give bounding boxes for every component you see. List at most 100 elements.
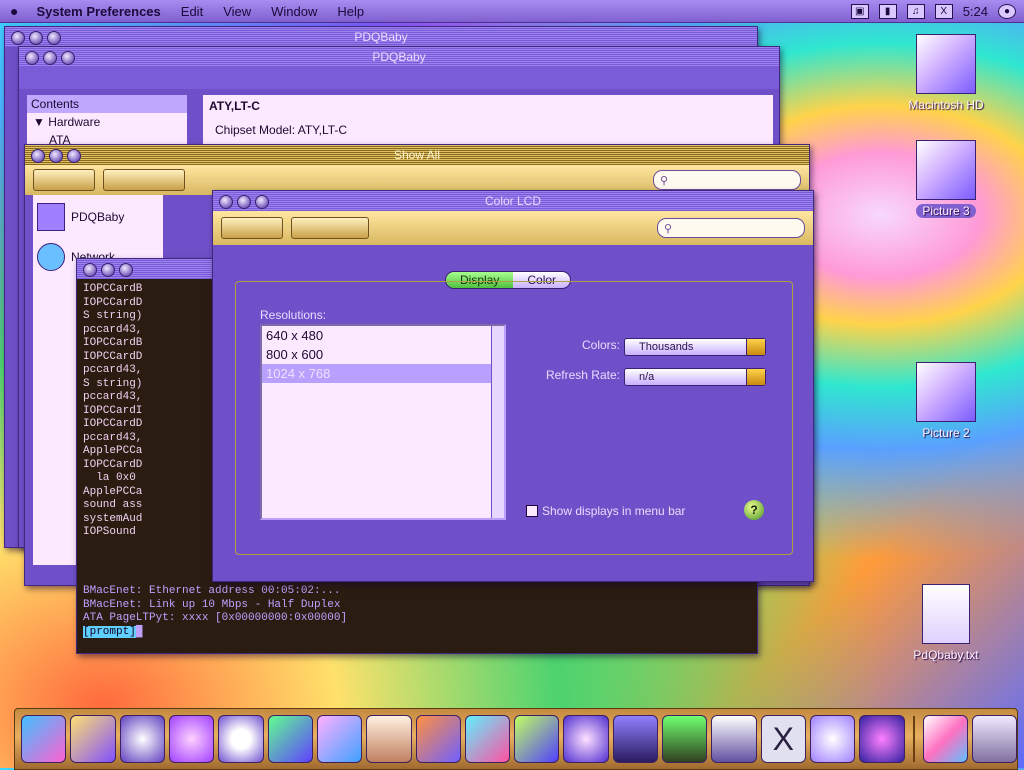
documents-icon[interactable] bbox=[922, 715, 968, 763]
zoom-icon[interactable] bbox=[255, 195, 269, 209]
resolutions-list[interactable]: 640 x 480 800 x 600 1024 x 768 bbox=[260, 324, 506, 520]
close-menu-icon[interactable]: X bbox=[934, 3, 953, 19]
display-preferences-window: Color LCD ⚲ Display Color Resolutions: 6… bbox=[212, 190, 814, 582]
x11-icon[interactable]: X bbox=[760, 715, 806, 763]
menu-extras: ▣ ▮ ♫ X 5:24 ● bbox=[850, 3, 1024, 19]
volume-menu-icon[interactable]: ♫ bbox=[906, 3, 925, 19]
close-icon[interactable] bbox=[219, 195, 233, 209]
zoom-icon[interactable] bbox=[119, 263, 133, 277]
minimize-icon[interactable] bbox=[29, 31, 43, 45]
iphoto-icon[interactable] bbox=[316, 715, 363, 763]
system-profiler-icon[interactable] bbox=[612, 715, 659, 763]
itunes-icon[interactable] bbox=[267, 715, 313, 763]
search-field[interactable]: ⚲ bbox=[657, 218, 805, 238]
dock: X bbox=[14, 708, 1018, 770]
titlebar[interactable]: PDQBaby bbox=[19, 47, 779, 67]
window-menu[interactable]: Window bbox=[261, 4, 327, 19]
show-in-menu-checkbox-row[interactable]: Show displays in menu bar bbox=[526, 504, 685, 518]
text-file-icon bbox=[922, 584, 970, 644]
display-menu-icon[interactable]: ▣ bbox=[850, 3, 869, 19]
imovie-icon[interactable] bbox=[514, 715, 560, 763]
textedit-icon[interactable] bbox=[464, 715, 511, 763]
show-all-button[interactable] bbox=[291, 217, 369, 239]
desktop-icon-picture3[interactable]: Picture 3 bbox=[896, 140, 996, 218]
terminal-bottom[interactable]: BMacEnet: Ethernet address 00:05:02:... B… bbox=[77, 581, 739, 653]
minimize-icon[interactable] bbox=[237, 195, 251, 209]
search-field[interactable]: ⚲ bbox=[653, 170, 801, 190]
trash-icon[interactable] bbox=[971, 715, 1018, 763]
show-all-button[interactable] bbox=[103, 169, 185, 191]
address-book-icon[interactable] bbox=[218, 715, 264, 763]
dock-separator bbox=[912, 716, 915, 762]
close-icon[interactable] bbox=[83, 263, 97, 277]
minimize-icon[interactable] bbox=[49, 149, 63, 163]
safari-icon[interactable] bbox=[168, 715, 215, 763]
zoom-icon[interactable] bbox=[61, 51, 75, 65]
window-title: PDQBaby bbox=[372, 50, 426, 64]
zoom-icon[interactable] bbox=[67, 149, 81, 163]
checkbox[interactable] bbox=[526, 505, 538, 517]
chipset-row: Chipset Model: ATY,LT-C bbox=[203, 117, 773, 143]
minimize-icon[interactable] bbox=[43, 51, 57, 65]
close-icon[interactable] bbox=[25, 51, 39, 65]
system-preferences-icon[interactable] bbox=[859, 715, 905, 763]
display-toolbar: ⚲ bbox=[213, 211, 813, 245]
image-file-icon bbox=[916, 140, 976, 200]
utility-icon[interactable] bbox=[711, 715, 757, 763]
desktop-icon-hd[interactable]: Macintosh HD bbox=[896, 34, 996, 112]
chipset-label: Chipset Model: bbox=[215, 123, 296, 137]
ical-icon[interactable] bbox=[366, 715, 412, 763]
hard-drive-icon bbox=[916, 34, 976, 94]
mail-icon[interactable] bbox=[70, 715, 116, 763]
sidebar-header[interactable]: Contents bbox=[27, 95, 187, 113]
desktop-icon-picture2[interactable]: Picture 2 bbox=[896, 362, 996, 440]
resolutions-label: Resolutions: bbox=[260, 308, 327, 322]
back-forward-button[interactable] bbox=[221, 217, 283, 239]
pref-item-pdqbaby[interactable]: PDQBaby bbox=[33, 195, 163, 239]
desktop-icon-label: PdQbaby.txt bbox=[913, 648, 979, 662]
refresh-rate-label: Refresh Rate: bbox=[545, 368, 620, 382]
desktop-icon-label: Picture 2 bbox=[922, 426, 970, 440]
desktop-icon-label: Picture 3 bbox=[916, 204, 976, 218]
battery-menu-icon[interactable]: ▮ bbox=[878, 3, 897, 19]
window-title: Show All bbox=[393, 148, 441, 162]
terminal-icon[interactable] bbox=[662, 715, 708, 763]
profiler-toolbar bbox=[19, 67, 779, 89]
back-forward-button[interactable] bbox=[33, 169, 95, 191]
preview-icon[interactable] bbox=[415, 715, 461, 763]
close-icon[interactable] bbox=[31, 149, 45, 163]
close-icon[interactable] bbox=[11, 31, 25, 45]
desktop-icon-txt[interactable]: PdQbaby.txt bbox=[896, 584, 996, 662]
window-title: Color LCD bbox=[484, 194, 541, 208]
refresh-rate-popup[interactable]: n/a bbox=[624, 368, 766, 386]
chipset-value: ATY,LT-C bbox=[297, 123, 348, 137]
colors-label: Colors: bbox=[581, 338, 620, 352]
apple-menu-icon[interactable]: ● bbox=[0, 3, 26, 19]
help-button[interactable]: ? bbox=[744, 500, 764, 520]
titlebar[interactable]: Color LCD bbox=[213, 191, 813, 211]
finder-icon[interactable] bbox=[21, 715, 67, 763]
zoom-icon[interactable] bbox=[47, 31, 61, 45]
edit-menu[interactable]: Edit bbox=[171, 4, 213, 19]
view-menu[interactable]: View bbox=[213, 4, 261, 19]
quicktime-icon[interactable] bbox=[563, 715, 609, 763]
image-file-icon bbox=[916, 362, 976, 422]
minimize-icon[interactable] bbox=[101, 263, 115, 277]
network-utility-icon[interactable] bbox=[810, 715, 856, 763]
list-item[interactable]: 1024 x 768 bbox=[262, 364, 504, 383]
spotlight-icon[interactable]: ● bbox=[998, 3, 1016, 19]
app-menu[interactable]: System Preferences bbox=[26, 4, 170, 19]
colors-popup[interactable]: Thousands bbox=[624, 338, 766, 356]
list-item[interactable]: 640 x 480 bbox=[262, 326, 504, 345]
pane-icon bbox=[37, 203, 65, 231]
titlebar[interactable]: Show All bbox=[25, 145, 809, 165]
help-menu[interactable]: Help bbox=[327, 4, 374, 19]
sidebar-item-hardware[interactable]: ▼ Hardware bbox=[27, 113, 187, 131]
titlebar[interactable]: PDQBaby bbox=[5, 27, 757, 47]
show-in-menu-label: Show displays in menu bar bbox=[542, 504, 686, 518]
ichat-icon[interactable] bbox=[119, 715, 165, 763]
list-item[interactable]: 800 x 600 bbox=[262, 345, 504, 364]
clock[interactable]: 5:24 bbox=[963, 4, 988, 19]
scrollbar[interactable] bbox=[491, 326, 504, 518]
detail-title: ATY,LT-C bbox=[209, 99, 260, 113]
